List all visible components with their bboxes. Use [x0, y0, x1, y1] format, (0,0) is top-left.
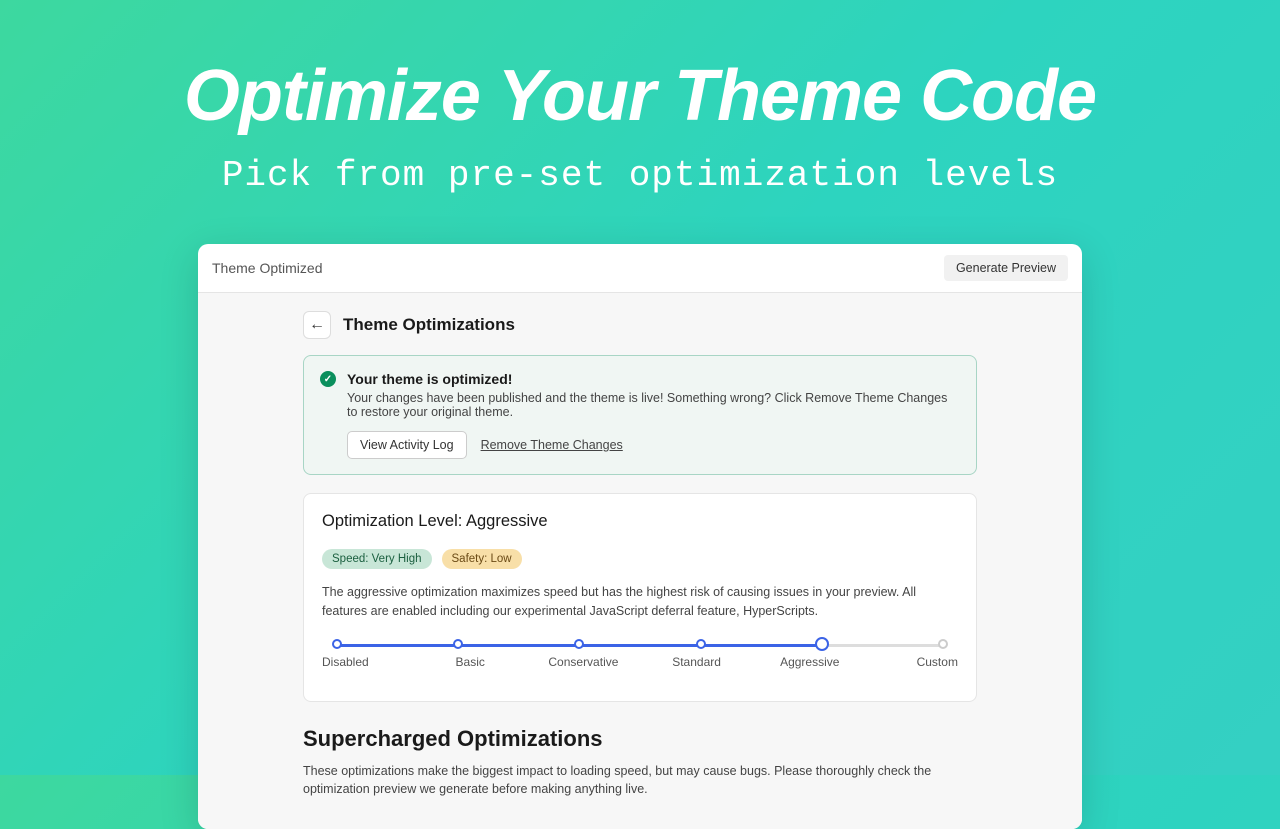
slider-label: Aggressive [775, 655, 845, 669]
slider-dot-disabled[interactable] [332, 639, 342, 649]
level-description: The aggressive optimization maximizes sp… [322, 583, 958, 621]
view-activity-log-button[interactable]: View Activity Log [347, 431, 467, 459]
level-title: Optimization Level: Aggressive [322, 512, 958, 531]
slider-dot-standard[interactable] [696, 639, 706, 649]
slider-dot-conservative[interactable] [574, 639, 584, 649]
banner-text: Your changes have been published and the… [347, 391, 960, 419]
supercharged-title: Supercharged Optimizations [303, 726, 977, 752]
remove-theme-changes-link[interactable]: Remove Theme Changes [481, 438, 623, 452]
app-title: Theme Optimized [212, 260, 322, 276]
app-body: ← Theme Optimizations ✓ Your theme is op… [198, 293, 1082, 829]
supercharged-section: Supercharged Optimizations These optimiz… [303, 726, 977, 800]
slider-label: Disabled [322, 655, 392, 669]
slider-dot-custom[interactable] [938, 639, 948, 649]
hero-title: Optimize Your Theme Code [0, 55, 1280, 137]
check-circle-icon: ✓ [320, 371, 336, 387]
supercharged-description: These optimizations make the biggest imp… [303, 762, 977, 800]
app-window: Theme Optimized Generate Preview ← Theme… [198, 244, 1082, 829]
page-header: ← Theme Optimizations [218, 311, 1062, 339]
optimization-level-slider[interactable]: Disabled Basic Conservative Standard Agg… [322, 639, 958, 679]
arrow-left-icon: ← [309, 316, 325, 334]
back-button[interactable]: ← [303, 311, 331, 339]
success-banner: ✓ Your theme is optimized! Your changes … [303, 355, 977, 475]
slider-dot-aggressive[interactable] [815, 637, 829, 651]
page-title: Theme Optimizations [343, 315, 515, 335]
safety-badge: Safety: Low [442, 549, 522, 569]
slider-label: Standard [662, 655, 732, 669]
banner-title: Your theme is optimized! [347, 371, 512, 387]
app-header: Theme Optimized Generate Preview [198, 244, 1082, 293]
optimization-level-card: Optimization Level: Aggressive Speed: Ve… [303, 493, 977, 702]
hero-subtitle: Pick from pre-set optimization levels [0, 155, 1280, 196]
slider-dot-basic[interactable] [453, 639, 463, 649]
slider-label: Conservative [548, 655, 618, 669]
speed-badge: Speed: Very High [322, 549, 432, 569]
generate-preview-button[interactable]: Generate Preview [944, 255, 1068, 281]
slider-label: Basic [435, 655, 505, 669]
slider-label: Custom [888, 655, 958, 669]
